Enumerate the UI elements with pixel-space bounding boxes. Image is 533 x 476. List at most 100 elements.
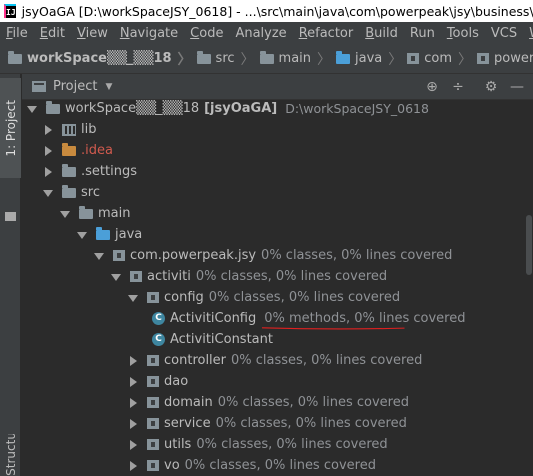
- source-folder-icon: [336, 50, 351, 64]
- package-icon: [147, 418, 159, 429]
- tree-row-com-powerpeak-jsy[interactable]: com.powerpeak.jsy 0% classes, 0% lines c…: [22, 245, 533, 266]
- tree-row-activiti[interactable]: activiti 0% classes, 0% lines covered: [22, 266, 533, 287]
- folder-icon: [8, 50, 22, 64]
- breadcrumb-item-powerpeak[interactable]: powerpeak〉: [477, 49, 533, 69]
- module-folder-icon: [46, 100, 60, 114]
- package-icon: [147, 292, 159, 303]
- package-icon: [113, 250, 125, 261]
- menu-navigate[interactable]: Navigate: [114, 26, 184, 41]
- collapse-arrow-icon[interactable]: [42, 124, 54, 136]
- menu-build[interactable]: Build: [359, 26, 404, 41]
- chevron-right-icon: 〉: [458, 51, 473, 68]
- menu-refactor[interactable]: Refactor: [293, 26, 360, 41]
- java-class-icon: C: [152, 333, 165, 346]
- tree-row-domain[interactable]: domain 0% classes, 0% lines covered: [22, 392, 533, 413]
- package-icon: [130, 271, 142, 282]
- menu-run[interactable]: Run: [404, 26, 441, 41]
- tree-row-config[interactable]: config 0% classes, 0% lines covered: [22, 287, 533, 308]
- tree-row-settings[interactable]: .settings: [22, 161, 533, 182]
- breadcrumb-item-main[interactable]: main 〉: [259, 49, 336, 69]
- package-icon: [147, 439, 159, 450]
- package-icon: [147, 460, 159, 471]
- project-tool-tab[interactable]: 1: Project: [0, 78, 21, 178]
- chevron-right-icon: 〉: [388, 51, 403, 68]
- collapse-arrow-icon[interactable]: [42, 145, 54, 157]
- expand-arrow-icon[interactable]: [76, 229, 88, 241]
- intellij-logo-icon: IJ: [4, 4, 16, 18]
- tree-row-main[interactable]: main: [22, 203, 533, 224]
- breadcrumb-item-com[interactable]: com 〉: [407, 49, 477, 69]
- dropdown-caret-icon[interactable]: ▼: [105, 82, 112, 92]
- menu-analyze[interactable]: Analyze: [229, 26, 292, 41]
- tree-row-utils[interactable]: utils 0% classes, 0% lines covered: [22, 434, 533, 455]
- package-icon: [147, 397, 159, 408]
- collapse-all-icon[interactable]: ÷: [450, 79, 466, 95]
- tree-row-service[interactable]: service 0% classes, 0% lines covered: [22, 413, 533, 434]
- expand-arrow-icon[interactable]: [93, 250, 105, 262]
- menu-bar: File Edit View Navigate Code Analyze Ref…: [0, 22, 533, 44]
- tree-row-vo[interactable]: vo 0% classes, 0% lines covered: [22, 455, 533, 476]
- folder-icon: [259, 50, 274, 64]
- folder-icon: [62, 184, 76, 198]
- collapse-arrow-icon[interactable]: [127, 376, 139, 388]
- tree-row-activiticonstant[interactable]: C ActivitiConstant: [22, 329, 533, 350]
- package-icon: [477, 53, 490, 64]
- collapse-arrow-icon[interactable]: [127, 439, 139, 451]
- package-icon: [147, 355, 159, 366]
- library-folder-icon: [62, 123, 76, 136]
- expand-arrow-icon[interactable]: [110, 271, 122, 283]
- chevron-right-icon: 〉: [177, 51, 192, 68]
- source-folder-icon: [96, 226, 110, 240]
- chevron-right-icon: 〉: [240, 51, 255, 68]
- expand-arrow-icon[interactable]: [127, 292, 139, 304]
- menu-file[interactable]: File: [0, 26, 34, 41]
- expand-arrow-icon[interactable]: [42, 187, 54, 199]
- folder-icon: [196, 50, 211, 64]
- menu-code[interactable]: Code: [184, 26, 229, 41]
- collapse-arrow-icon[interactable]: [127, 460, 139, 472]
- breadcrumb-item-java[interactable]: java 〉: [336, 49, 407, 69]
- vertical-scrollbar[interactable]: [526, 215, 532, 275]
- menu-edit[interactable]: Edit: [34, 26, 71, 41]
- tree-row-dao[interactable]: dao: [22, 371, 533, 392]
- excluded-folder-icon: [62, 142, 76, 156]
- panel-title[interactable]: Project: [53, 79, 97, 94]
- coverage-annotation: 0% methods, 0% lines covered: [262, 311, 465, 330]
- expand-arrow-icon[interactable]: [26, 103, 38, 115]
- locate-icon[interactable]: ⊕: [424, 79, 440, 95]
- breadcrumb-item-src[interactable]: src 〉: [196, 49, 260, 69]
- gear-icon[interactable]: ⚙: [483, 79, 499, 95]
- project-panel-header: Project ▼ ⊕ ÷ ⚙ —: [22, 74, 533, 100]
- project-icon: [32, 81, 46, 92]
- folder-icon: [79, 205, 93, 219]
- breadcrumb: workSpace▒▒_▒▒18 〉 src 〉 main 〉 java 〉 com 〉 …: [0, 44, 533, 74]
- chevron-right-icon: 〉: [317, 51, 332, 68]
- java-class-icon: C: [152, 312, 165, 325]
- tree-row-workspace[interactable]: workSpace▒▒_▒▒18 [jsyOaGA] D:\workSpaceJ…: [22, 100, 533, 119]
- tree-row-activiticonfig[interactable]: C ActivitiConfig 0% methods, 0% lines co…: [22, 308, 533, 330]
- window-title: jsyOaGA [D:\workSpaceJSY_0618] - ...\src…: [21, 3, 533, 19]
- menu-vcs[interactable]: VCS: [485, 26, 523, 41]
- menu-view[interactable]: View: [71, 26, 114, 41]
- folder-icon: [62, 163, 76, 177]
- collapse-arrow-icon[interactable]: [42, 166, 54, 178]
- breadcrumb-item-workspace[interactable]: workSpace▒▒_▒▒18 〉: [8, 49, 197, 69]
- menu-tools[interactable]: Tools: [441, 26, 485, 41]
- tree-row-controller[interactable]: controller 0% classes, 0% lines covered: [22, 350, 533, 371]
- collapse-arrow-icon[interactable]: [127, 397, 139, 409]
- structure-tool-tab[interactable]: Structure: [0, 434, 21, 476]
- tree-row-java[interactable]: java: [22, 224, 533, 245]
- collapse-arrow-icon[interactable]: [127, 355, 139, 367]
- hide-panel-icon[interactable]: —: [509, 79, 525, 95]
- tool-window-strip: 1: Project Structure: [0, 74, 21, 476]
- tree-row-src[interactable]: src: [22, 182, 533, 203]
- project-tree: workSpace▒▒_▒▒18 [jsyOaGA] D:\workSpaceJ…: [22, 100, 533, 476]
- package-icon: [147, 376, 159, 387]
- tree-row-lib[interactable]: lib: [22, 119, 533, 140]
- folder-icon: [5, 212, 16, 221]
- package-icon: [407, 53, 420, 64]
- tree-row-idea[interactable]: .idea: [22, 140, 533, 161]
- expand-arrow-icon[interactable]: [59, 208, 71, 220]
- collapse-arrow-icon[interactable]: [127, 418, 139, 430]
- menu-window[interactable]: Window: [523, 26, 533, 41]
